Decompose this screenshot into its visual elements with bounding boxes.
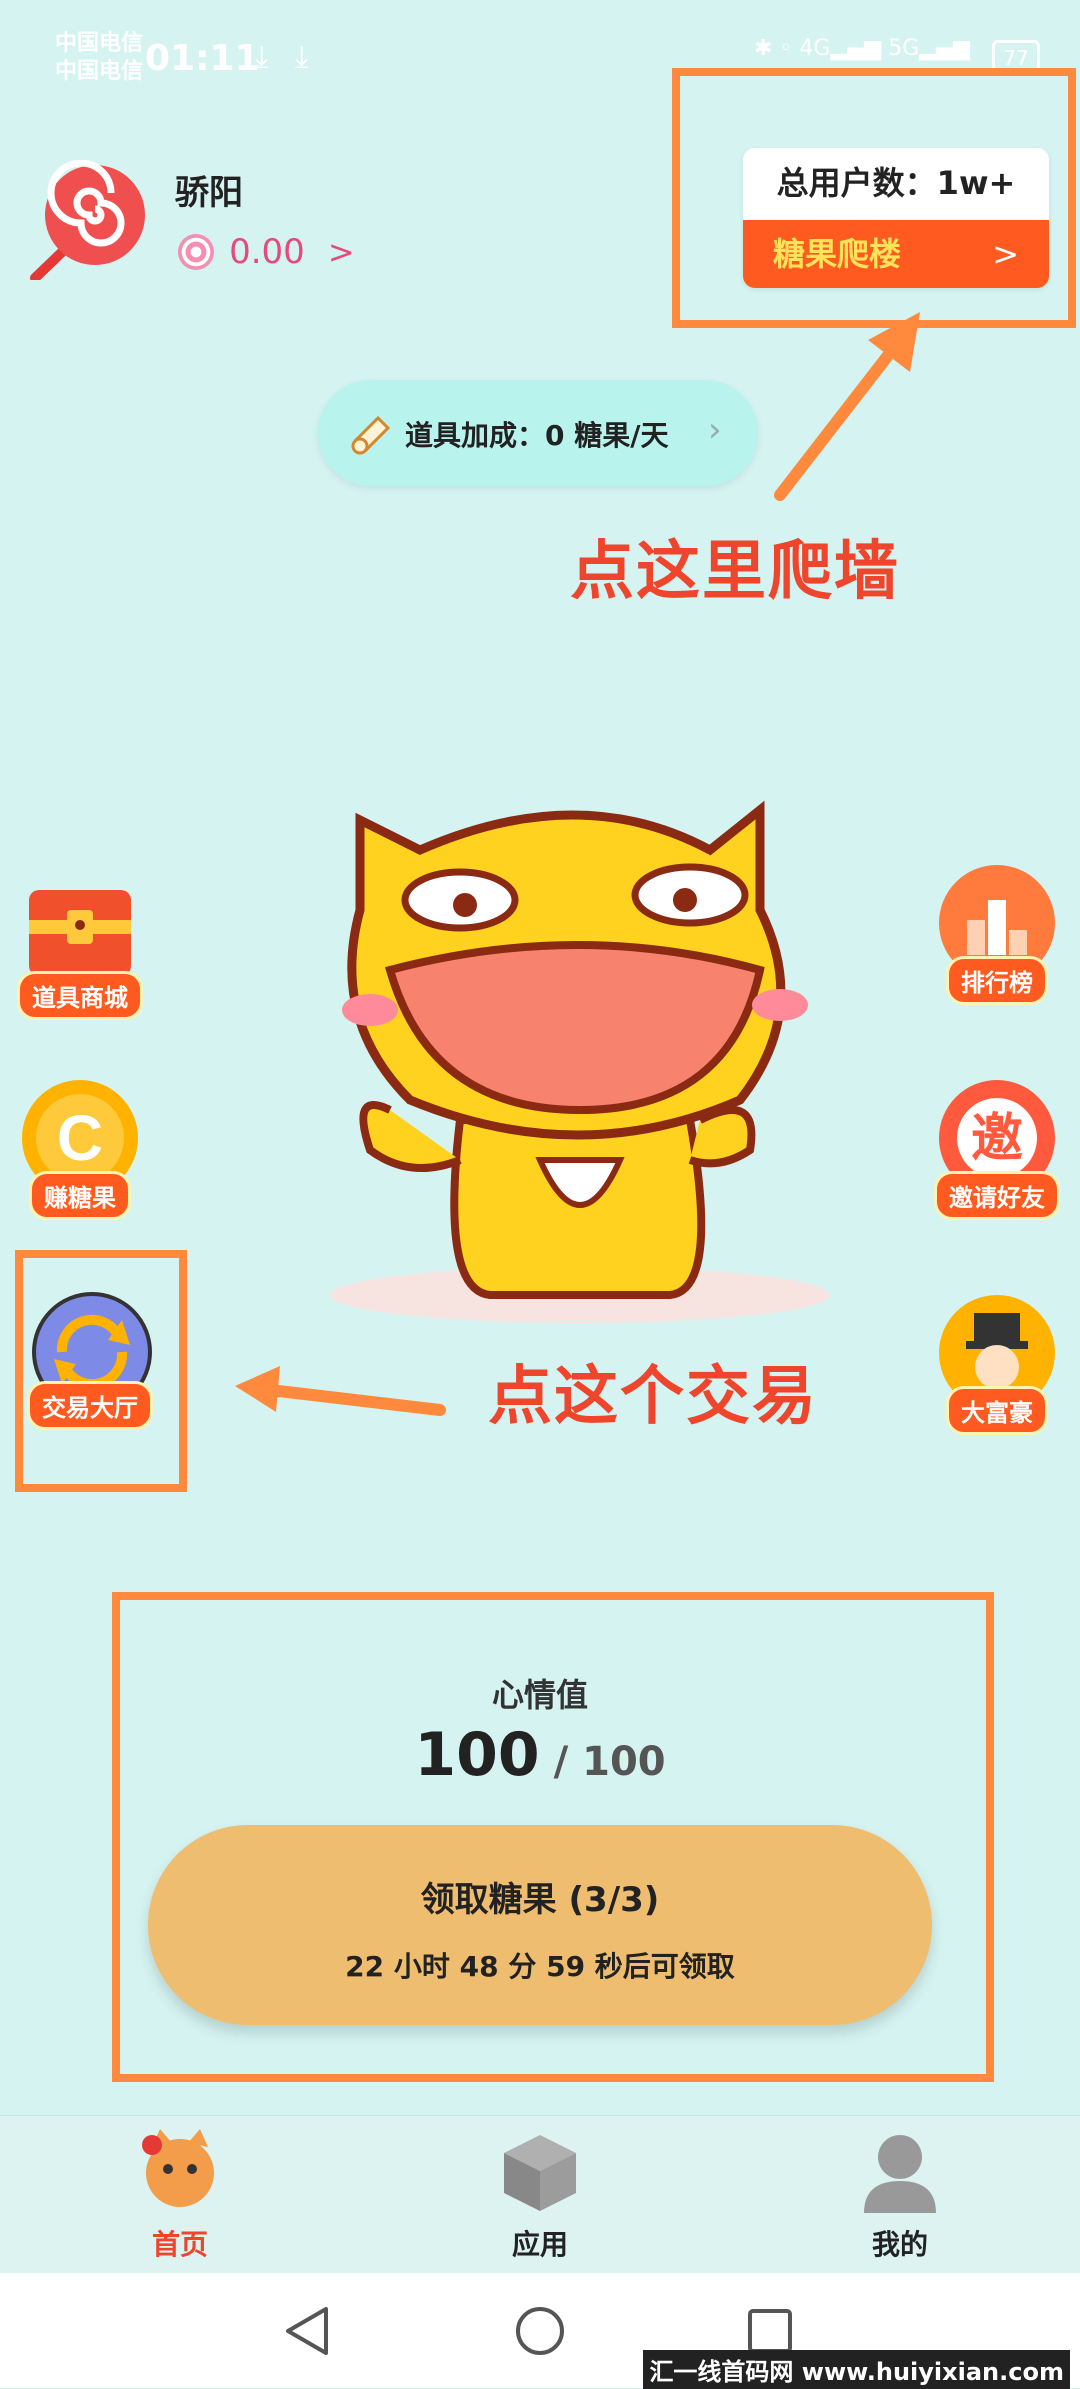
mood-value: 100 / 100 [0, 1720, 1080, 1790]
carrier-2: 中国电信 [55, 59, 144, 84]
nav-me-label: 我的 [871, 2228, 928, 2261]
download-icon: ⤓ [295, 40, 309, 75]
clock: 01:11 [145, 38, 260, 79]
carrier-1: 中国电信 [55, 31, 144, 56]
cat-mascot-icon [142, 2129, 214, 2207]
mood-current: 100 [414, 1720, 540, 1790]
carrier-info: 中国电信 中国电信 [55, 30, 143, 86]
right-button-invite-friends[interactable]: 邀 邀请好友 [932, 1080, 1062, 1220]
cube-icon [504, 2135, 576, 2211]
claim-candy-label: 领取糖果 (3/3) [420, 1880, 660, 1920]
svg-text:邀: 邀 [971, 1109, 1023, 1169]
person-icon [864, 2135, 936, 2213]
nav-apps-label: 应用 [511, 2228, 568, 2261]
left-button-earn-candy[interactable]: C 赚糖果 [15, 1080, 145, 1220]
username: 骄阳 [175, 173, 243, 213]
ranking-label: 排行榜 [946, 956, 1048, 1005]
lollipop-avatar-icon[interactable] [30, 160, 150, 280]
right-button-ranking[interactable]: 排行榜 [932, 865, 1062, 1005]
annotation-arrow [774, 312, 920, 501]
prop-bonus-unit: 糖果/天 [564, 419, 669, 452]
candy-climb-button[interactable]: 糖果爬楼 > [743, 220, 1049, 288]
watermark: 汇一线首码网 www.huiyixian.com [643, 2350, 1070, 2389]
prop-bonus-text: 道具加成：0 糖果/天 [405, 414, 668, 454]
claim-countdown: 22 小时 48 分 59 秒后可领取 [345, 1950, 735, 1983]
prop-shop-label: 道具商城 [17, 971, 143, 1020]
nav-apps[interactable]: 应用 [440, 2125, 640, 2261]
svg-text:C: C [57, 1102, 103, 1174]
annotation-arrow [235, 1366, 446, 1416]
left-button-prop-shop[interactable]: 道具商城 [15, 880, 145, 1020]
chevron-right-icon: › [708, 410, 722, 450]
chevron-right-icon: > [992, 235, 1019, 273]
nav-home-label: 首页 [151, 2228, 208, 2261]
user-count: 总用户数：1w+ [776, 164, 1016, 202]
download-icon: ⤓ [255, 40, 269, 75]
annotation-climb-hint: 点这里爬墙 [570, 535, 900, 609]
mood-title: 心情值 [491, 1676, 588, 1714]
signal-icons: ✱ ◦ 4G▂▄▆ 5G▂▄▆ [754, 36, 970, 61]
annotation-trade-hint: 点这个交易 [488, 1360, 818, 1434]
prop-bonus-value: 0 [545, 419, 565, 452]
prop-bonus-label: 道具加成： [405, 419, 546, 452]
treasure-chest-icon [29, 890, 131, 976]
candy-icon [178, 234, 214, 270]
earn-candy-label: 赚糖果 [29, 1171, 131, 1220]
left-button-trading-hall[interactable]: 交易大厅 [25, 1290, 155, 1430]
mood-max: 100 [582, 1739, 666, 1785]
tycoon-label: 大富豪 [946, 1386, 1048, 1435]
home-icon[interactable] [512, 2303, 568, 2359]
mood-separator: / [539, 1739, 583, 1785]
nav-home[interactable]: 首页 [80, 2125, 280, 2261]
user-count-card[interactable]: 总用户数：1w+ 糖果爬楼 > [743, 148, 1049, 288]
scroll-icon [351, 415, 391, 455]
claim-candy-button[interactable] [148, 1825, 932, 2025]
trading-hall-label: 交易大厅 [27, 1381, 153, 1430]
balance-chevron: > [327, 233, 355, 271]
invite-friends-label: 邀请好友 [934, 1171, 1060, 1220]
back-icon[interactable] [280, 2303, 336, 2359]
right-button-tycoon[interactable]: 大富豪 [932, 1295, 1062, 1435]
candy-climb-label: 糖果爬楼 [773, 235, 902, 273]
cat-mascot-illustration[interactable] [290, 790, 850, 1330]
balance-value: 0.00 [229, 232, 305, 272]
balance-row[interactable]: 0.00 > [178, 232, 355, 272]
nav-me[interactable]: 我的 [800, 2125, 1000, 2261]
